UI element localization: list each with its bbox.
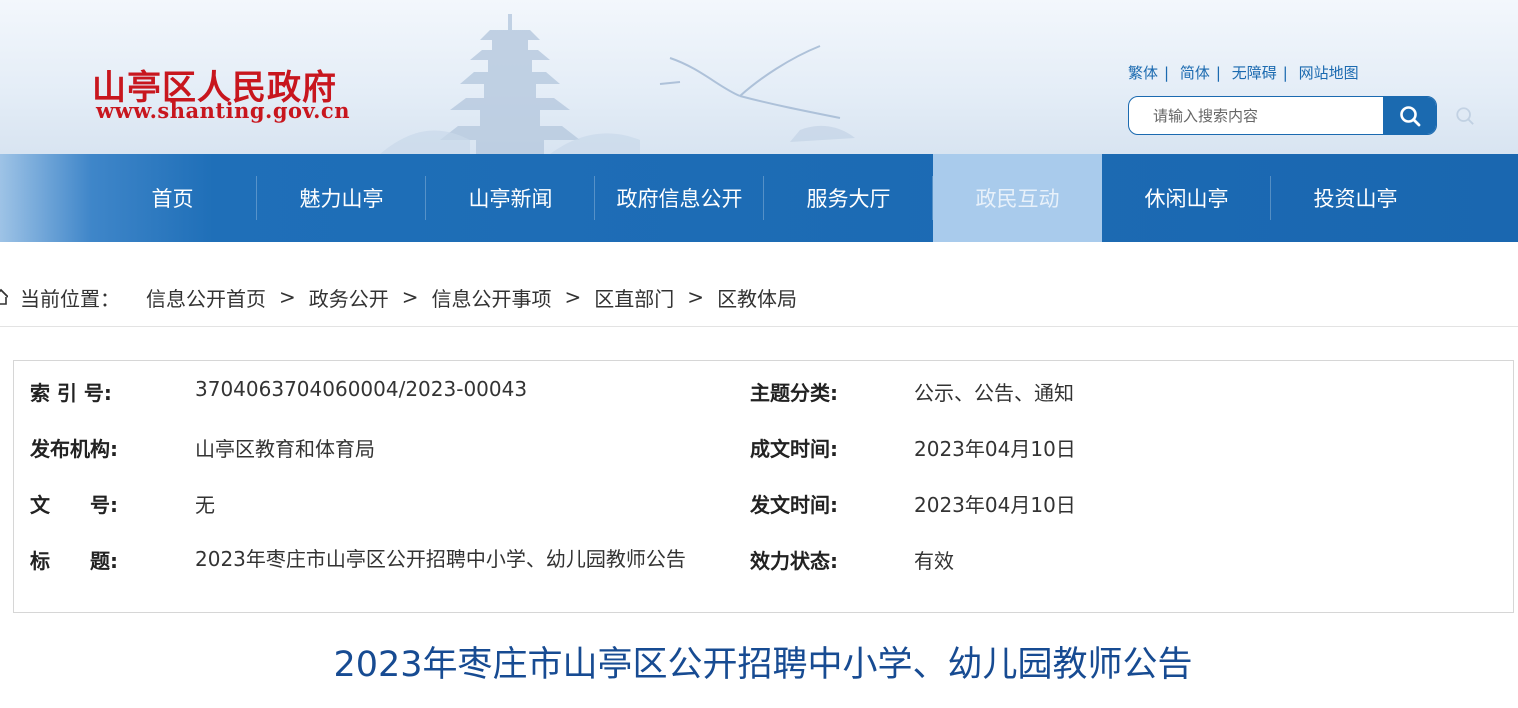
created-date-value: 2023年04月10日	[914, 437, 1076, 461]
issued-date-value: 2023年04月10日	[914, 493, 1076, 517]
site-logo-title[interactable]: 山亭区人民政府	[92, 60, 337, 108]
status-value: 有效	[914, 549, 954, 573]
site-logo-url[interactable]: www.shanting.gov.cn	[96, 98, 350, 123]
info-row-publisher: 发布机构: 山亭区教育和体育局 成文时间: 2023年04月10日	[14, 433, 1513, 463]
nav-item-service-hall[interactable]: 服务大厅	[764, 154, 933, 242]
issued-date-label: 发文时间:	[750, 493, 838, 517]
search-input[interactable]	[1129, 97, 1384, 134]
index-value: 3704063704060004/2023-00043	[195, 377, 528, 401]
nav-item-gov-info[interactable]: 政府信息公开	[595, 154, 764, 242]
article-title: 2023年枣庄市山亭区公开招聘中小学、幼儿园教师公告	[333, 645, 1193, 685]
pagoda-illustration	[380, 14, 640, 154]
info-row-title: 标 题: 2023年枣庄市山亭区公开招聘中小学、幼儿园教师公告 效力状态: 有效	[14, 545, 1513, 575]
doc-number-value: 无	[195, 493, 215, 517]
search-icon	[1456, 107, 1474, 125]
breadcrumb-separator: >	[279, 285, 296, 309]
topic-label: 主题分类:	[750, 381, 838, 405]
index-label: 索 引 号:	[30, 381, 112, 405]
breadcrumb: 当前位置： 信息公开首页 > 政务公开 > 信息公开事项 > 区直部门 > 区教…	[0, 282, 797, 312]
link-simplified[interactable]: 简体	[1180, 64, 1210, 82]
document-info-table: 索 引 号: 3704063704060004/2023-00043 主题分类:…	[13, 360, 1514, 613]
breadcrumb-item[interactable]: 信息公开事项	[432, 283, 552, 312]
link-traditional[interactable]: 繁体	[1128, 64, 1158, 82]
info-row-doc-number: 文 号: 无 发文时间: 2023年04月10日	[14, 489, 1513, 519]
publisher-label: 发布机构:	[30, 437, 118, 461]
link-separator: |	[1215, 64, 1221, 82]
nav-item-charm[interactable]: 魅力山亭	[257, 154, 426, 242]
nav-item-home[interactable]: 首页	[88, 154, 257, 242]
title-label: 标 题:	[30, 549, 118, 573]
top-links: 繁体 | 简体 | 无障碍 | 网站地图	[1128, 62, 1359, 83]
topic-value: 公示、公告、通知	[914, 381, 1074, 405]
breadcrumb-item[interactable]: 信息公开首页	[146, 283, 266, 312]
home-icon	[0, 288, 8, 305]
link-separator: |	[1164, 64, 1170, 82]
breadcrumb-separator: >	[564, 285, 582, 309]
link-accessibility[interactable]: 无障碍	[1232, 64, 1277, 82]
publisher-value: 山亭区教育和体育局	[195, 437, 375, 461]
breadcrumb-item[interactable]: 区直部门	[594, 283, 674, 312]
doc-number-label: 文 号:	[30, 493, 118, 517]
nav-item-news[interactable]: 山亭新闻	[426, 154, 595, 242]
created-date-label: 成文时间:	[750, 437, 838, 461]
link-sitemap[interactable]: 网站地图	[1299, 64, 1359, 82]
breadcrumb-label: 当前位置：	[20, 286, 120, 311]
nav-item-leisure[interactable]: 休闲山亭	[1102, 154, 1271, 242]
crane-illustration	[659, 45, 855, 142]
info-row-index: 索 引 号: 3704063704060004/2023-00043 主题分类:…	[14, 377, 1513, 407]
breadcrumb-separator: >	[687, 285, 705, 309]
main-nav: 首页 魅力山亭 山亭新闻 政府信息公开 服务大厅 政民互动 休闲山亭 投资山亭	[0, 154, 1518, 242]
status-label: 效力状态:	[750, 549, 838, 573]
title-value: 2023年枣庄市山亭区公开招聘中小学、幼儿园教师公告	[195, 547, 686, 571]
search-icon	[1399, 105, 1420, 126]
search-box	[1128, 96, 1437, 135]
breadcrumb-item[interactable]: 区教体局	[717, 283, 797, 312]
breadcrumb-item[interactable]: 政务公开	[309, 283, 389, 312]
link-separator: |	[1282, 64, 1288, 82]
search-button[interactable]	[1383, 97, 1436, 134]
nav-item-interaction[interactable]: 政民互动	[933, 154, 1102, 242]
nav-item-investment[interactable]: 投资山亭	[1271, 154, 1440, 242]
breadcrumb-separator: >	[401, 285, 419, 309]
site-header: 山亭区人民政府 www.shanting.gov.cn 繁体 | 简体 | 无障碍 |…	[0, 0, 1518, 154]
breadcrumb-divider	[0, 326, 1518, 327]
